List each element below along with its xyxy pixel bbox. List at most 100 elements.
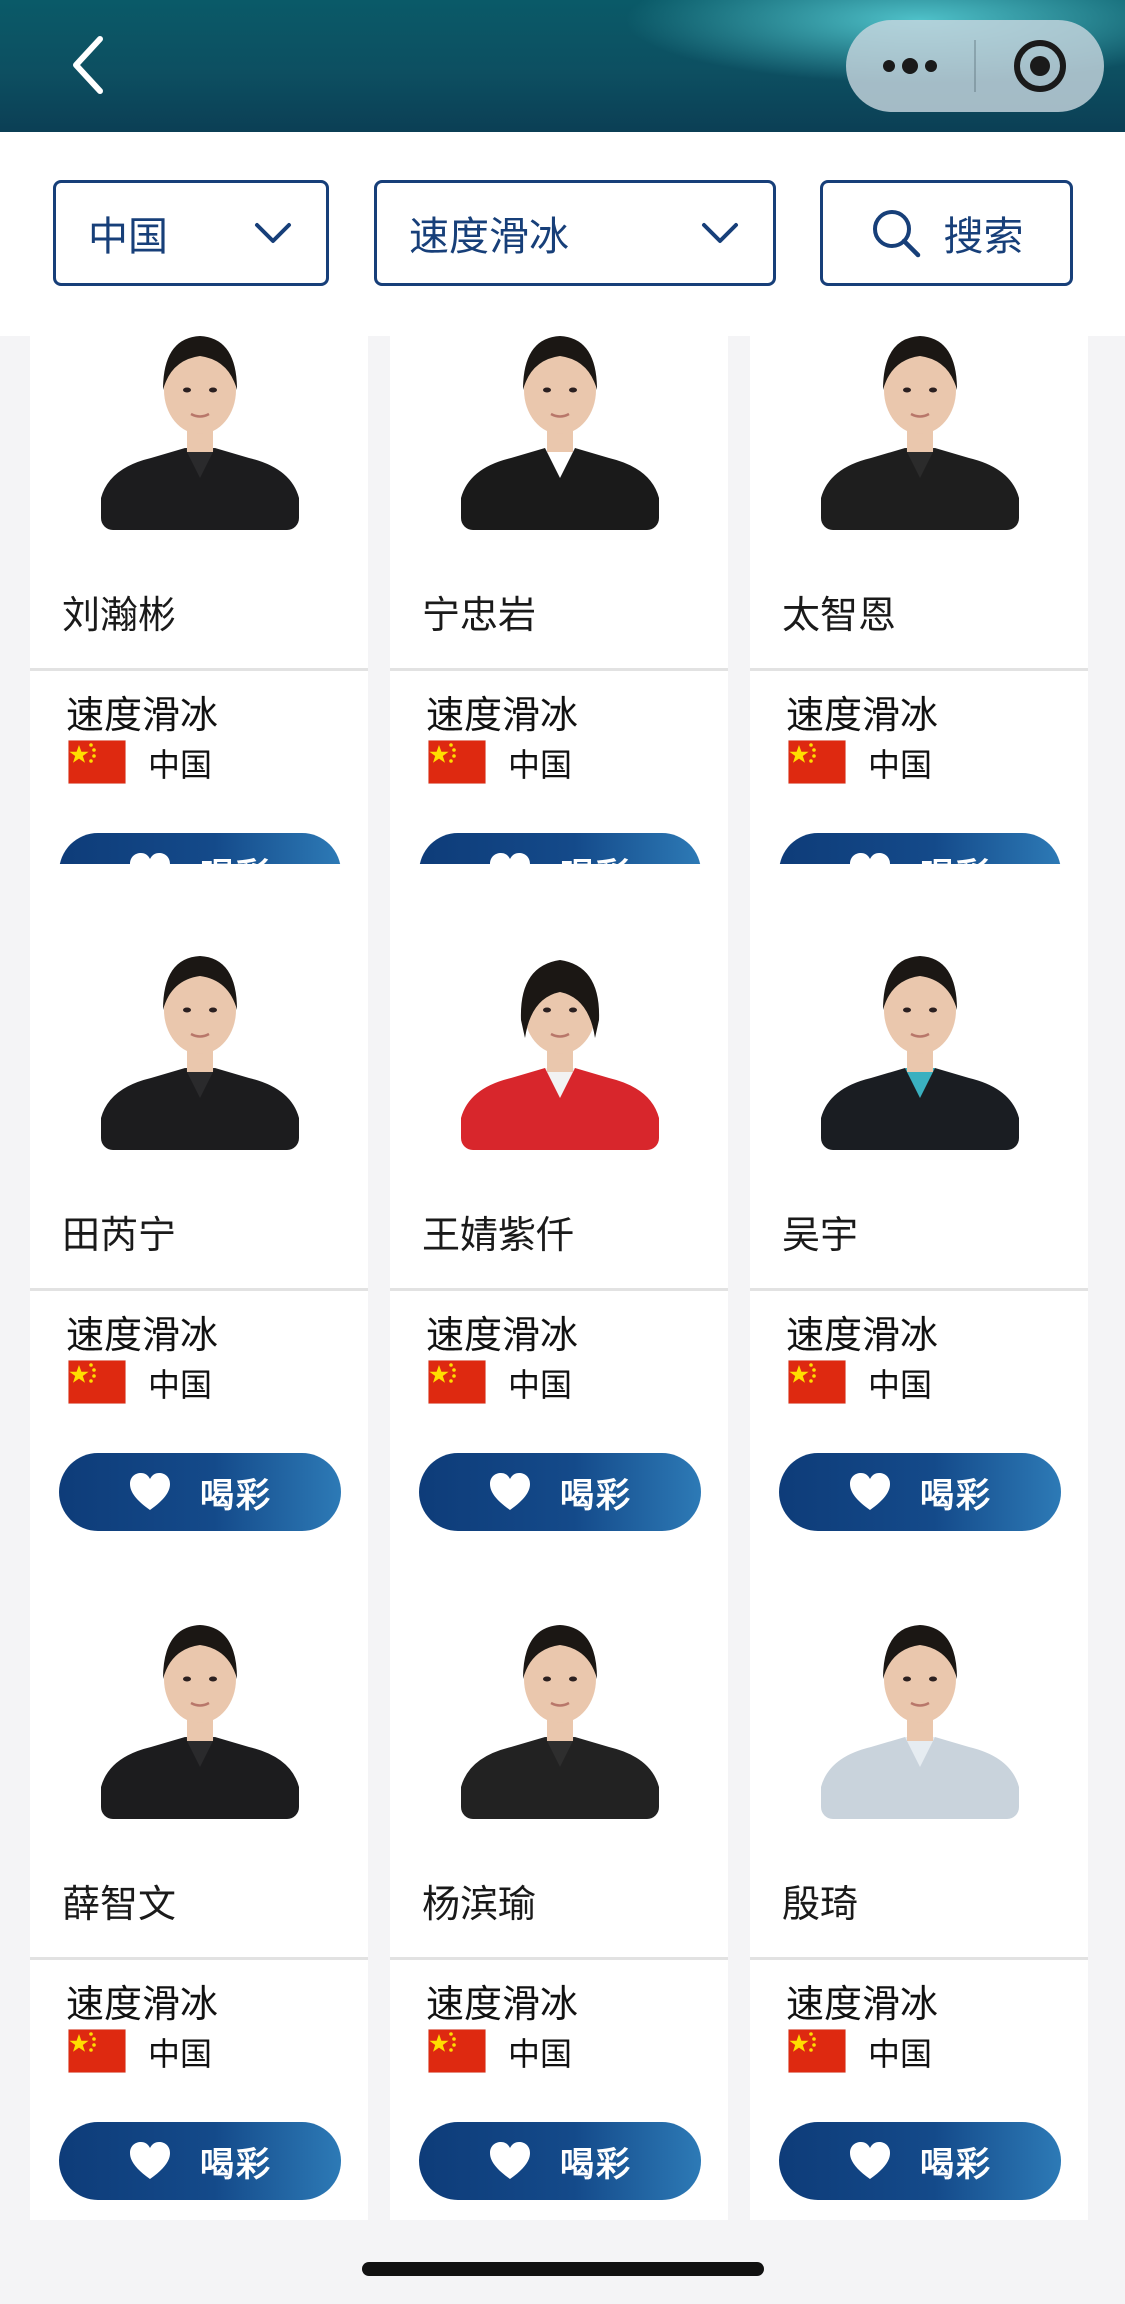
athlete-card[interactable]: 吴宇速度滑冰 中国 喝彩: [750, 864, 1088, 1566]
athlete-card[interactable]: 杨滨瑜速度滑冰 中国 喝彩: [390, 1533, 728, 2220]
heart-icon: [490, 1473, 530, 1510]
chevron-down-icon: [254, 222, 292, 244]
cheer-button-label: 喝彩: [200, 1475, 272, 1516]
top-navigation-bar: [0, 0, 1125, 132]
cheer-button-label: 喝彩: [920, 1475, 992, 1516]
athlete-photo: [821, 1587, 1019, 1819]
miniprogram-capsule: [846, 20, 1104, 112]
card-divider: [30, 1957, 368, 1960]
china-flag-icon: [427, 739, 487, 785]
target-circle-icon: [1014, 40, 1066, 92]
chevron-down-icon: [701, 222, 739, 244]
athlete-card[interactable]: 薛智文速度滑冰 中国 喝彩: [30, 1533, 368, 2220]
home-indicator: [362, 2262, 764, 2276]
athlete-name: 殷琦: [782, 1882, 859, 1926]
athlete-card[interactable]: 田芮宁速度滑冰 中国 喝彩: [30, 864, 368, 1566]
athlete-country: 中国: [508, 746, 573, 784]
china-flag-icon: [787, 739, 847, 785]
athlete-card[interactable]: 宁忠岩速度滑冰 中国 喝彩: [390, 336, 728, 946]
country-select-value: 中国: [88, 214, 168, 260]
athlete-sport: 速度滑冰: [426, 1982, 579, 2026]
athlete-name: 太智恩: [782, 593, 897, 637]
country-select[interactable]: 中国: [53, 180, 329, 286]
heart-icon: [850, 2142, 890, 2179]
athlete-name: 刘瀚彬: [62, 593, 177, 637]
cheer-button[interactable]: 喝彩: [419, 1453, 701, 1531]
card-divider: [390, 1957, 728, 1960]
athlete-photo: [821, 336, 1019, 530]
heart-icon: [490, 2142, 530, 2179]
athlete-country: 中国: [508, 1366, 573, 1404]
search-button[interactable]: 搜索: [820, 180, 1073, 286]
china-flag-icon: [787, 1359, 847, 1405]
athlete-photo: [461, 918, 659, 1150]
sport-select-value: 速度滑冰: [409, 214, 569, 260]
athlete-photo: [101, 1587, 299, 1819]
card-divider: [390, 668, 728, 671]
china-flag-icon: [67, 739, 127, 785]
search-button-label: 搜索: [943, 214, 1024, 260]
athlete-sport: 速度滑冰: [786, 1313, 939, 1357]
china-flag-icon: [67, 1359, 127, 1405]
athlete-photo: [101, 336, 299, 530]
athlete-name: 薛智文: [62, 1882, 177, 1926]
cheer-button[interactable]: 喝彩: [59, 1453, 341, 1531]
more-dots-icon: [883, 58, 937, 74]
athlete-sport: 速度滑冰: [786, 1982, 939, 2026]
heart-icon: [850, 1473, 890, 1510]
sport-select[interactable]: 速度滑冰: [374, 180, 776, 286]
card-divider: [750, 1288, 1088, 1291]
athlete-card[interactable]: 殷琦速度滑冰 中国 喝彩: [750, 1533, 1088, 2220]
search-icon: [872, 210, 920, 258]
card-divider: [750, 668, 1088, 671]
athlete-country: 中国: [868, 2035, 933, 2073]
athlete-card[interactable]: 太智恩速度滑冰 中国 喝彩: [750, 336, 1088, 946]
cheer-button-label: 喝彩: [920, 2144, 992, 2185]
heart-icon: [130, 1473, 170, 1510]
athlete-country: 中国: [508, 2035, 573, 2073]
filter-bar: 中国 速度滑冰 搜索: [0, 132, 1125, 336]
athlete-name: 杨滨瑜: [422, 1882, 537, 1926]
card-divider: [30, 1288, 368, 1291]
athlete-sport: 速度滑冰: [66, 1313, 219, 1357]
china-flag-icon: [787, 2028, 847, 2074]
athlete-country: 中国: [148, 1366, 213, 1404]
athlete-sport: 速度滑冰: [66, 1982, 219, 2026]
athlete-card[interactable]: 王婧紫仟速度滑冰 中国 喝彩: [390, 864, 728, 1566]
athlete-photo: [821, 918, 1019, 1150]
athlete-photo: [461, 1587, 659, 1819]
athlete-name: 宁忠岩: [422, 593, 537, 637]
close-miniprogram-button[interactable]: [976, 20, 1104, 112]
china-flag-icon: [427, 2028, 487, 2074]
athlete-name: 王婧紫仟: [422, 1213, 575, 1257]
athlete-country: 中国: [148, 746, 213, 784]
cheer-button-label: 喝彩: [200, 2144, 272, 2185]
cheer-button[interactable]: 喝彩: [419, 2122, 701, 2200]
cheer-button-label: 喝彩: [560, 2144, 632, 2185]
athlete-sport: 速度滑冰: [786, 693, 939, 737]
card-divider: [30, 668, 368, 671]
card-divider: [750, 1957, 1088, 1960]
heart-icon: [130, 2142, 170, 2179]
chevron-left-icon: [73, 36, 103, 94]
athlete-country: 中国: [868, 1366, 933, 1404]
cheer-button[interactable]: 喝彩: [779, 1453, 1061, 1531]
athlete-sport: 速度滑冰: [66, 693, 219, 737]
cheer-button[interactable]: 喝彩: [59, 2122, 341, 2200]
back-button[interactable]: [58, 30, 118, 100]
athlete-grid: 刘瀚彬速度滑冰 中国 喝彩 宁忠岩速度滑冰: [0, 336, 1125, 2220]
athlete-card[interactable]: 刘瀚彬速度滑冰 中国 喝彩: [30, 336, 368, 946]
cheer-button[interactable]: 喝彩: [779, 2122, 1061, 2200]
china-flag-icon: [427, 1359, 487, 1405]
card-divider: [390, 1288, 728, 1291]
china-flag-icon: [67, 2028, 127, 2074]
athlete-country: 中国: [148, 2035, 213, 2073]
athlete-photo: [101, 918, 299, 1150]
more-options-button[interactable]: [846, 20, 974, 112]
athlete-name: 田芮宁: [62, 1213, 177, 1257]
cheer-button-label: 喝彩: [560, 1475, 632, 1516]
athlete-photo: [461, 336, 659, 530]
athlete-sport: 速度滑冰: [426, 1313, 579, 1357]
athlete-country: 中国: [868, 746, 933, 784]
athlete-name: 吴宇: [782, 1213, 859, 1257]
